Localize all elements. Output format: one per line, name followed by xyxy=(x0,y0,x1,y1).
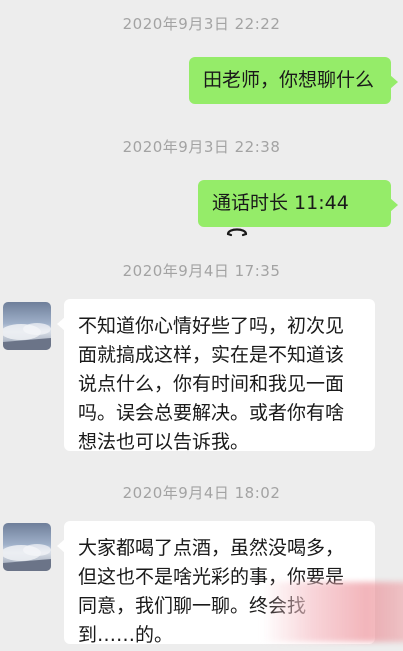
blurred-watermark xyxy=(262,582,403,642)
avatar[interactable] xyxy=(3,523,51,571)
timestamp: 2020年9月3日 22:38 xyxy=(122,138,281,156)
call-record-bubble[interactable]: 通话时长 11:44 xyxy=(198,180,398,237)
message-bubble-received[interactable]: 不知道你心情好些了吗，初次见面就搞成这样，实在是不知道该说点什么，你有时间和我见… xyxy=(57,299,375,453)
timestamp: 2020年9月4日 17:35 xyxy=(122,262,281,280)
timestamp: 2020年9月3日 22:22 xyxy=(122,15,281,33)
message-bubble-sent[interactable]: 田老师，你想聊什么 xyxy=(189,57,398,104)
message-text: 田老师，你想聊什么 xyxy=(203,69,375,91)
avatar[interactable] xyxy=(3,302,51,350)
message-text: 不知道你心情好些了吗，初次见面就搞成这样，实在是不知道该说点什么，你有时间和我见… xyxy=(78,315,345,453)
call-duration-label: 通话时长 11:44 xyxy=(212,192,349,214)
phone-hangup-icon xyxy=(226,218,248,247)
timestamp: 2020年9月4日 18:02 xyxy=(122,484,281,502)
